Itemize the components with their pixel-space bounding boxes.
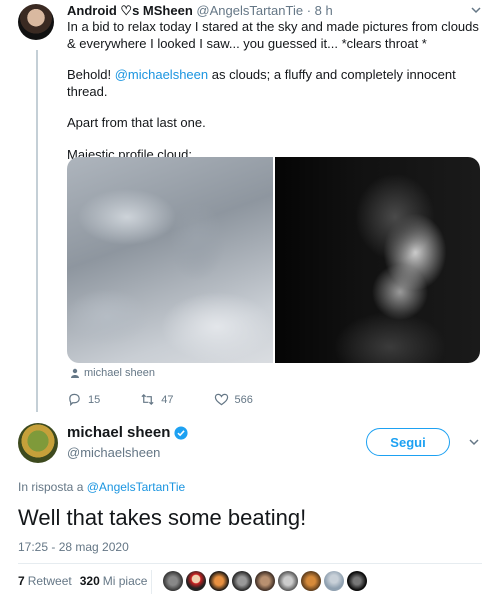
text-fragment: Behold! [67, 67, 115, 82]
liker-avatar[interactable] [186, 571, 206, 591]
like-total[interactable]: 320 [80, 574, 100, 588]
avatar[interactable] [18, 4, 54, 40]
retweet-button[interactable]: 47 [140, 392, 174, 407]
reply-icon [69, 393, 80, 407]
liker-avatar[interactable] [209, 571, 229, 591]
tweet-text: Well that takes some beating! [18, 505, 307, 530]
liker-avatars [163, 571, 367, 591]
retweet-label[interactable]: Retweet [28, 574, 72, 588]
liker-avatar[interactable] [324, 571, 344, 591]
divider [18, 563, 482, 564]
tweet-text: In a bid to relax today I stared at the … [67, 19, 487, 178]
cloud-photo[interactable] [67, 157, 273, 363]
retweet-icon [141, 393, 154, 406]
profile-photo[interactable] [275, 157, 480, 363]
display-name-row: michael sheen [67, 424, 188, 441]
reply-handle-link[interactable]: @AngelsTartanTie [87, 480, 185, 494]
display-name[interactable]: michael sheen [67, 424, 170, 441]
reply-context: In risposta a @AngelsTartanTie [18, 480, 185, 494]
display-name[interactable]: Android ♡s MSheen [67, 3, 193, 18]
media-tag-label: michael sheen [84, 367, 155, 379]
reply-count: 15 [88, 393, 101, 406]
like-icon [214, 393, 228, 406]
tweet-actions: 15 47 566 [67, 392, 293, 407]
verified-icon [174, 425, 188, 440]
tweet-time[interactable]: 8 h [315, 3, 333, 18]
tweet-line: Apart from that last one. [67, 115, 206, 130]
media-grid [67, 157, 480, 363]
follow-button[interactable]: Segui [366, 428, 450, 456]
separator: · [306, 3, 312, 18]
mention-link[interactable]: @michaelsheen [115, 67, 208, 82]
chevron-down-icon[interactable] [470, 4, 482, 19]
liker-avatar[interactable] [301, 571, 321, 591]
reply-button[interactable]: 15 [67, 392, 100, 407]
tweet-timestamp[interactable]: 17:25 - 28 mag 2020 [18, 540, 129, 554]
like-button[interactable]: 566 [214, 392, 253, 407]
engagement-stats: 7 Retweet 320 Mi piace [18, 574, 155, 588]
liker-avatar[interactable] [163, 571, 183, 591]
liker-avatar[interactable] [347, 571, 367, 591]
stats-divider [151, 570, 152, 594]
tweet-line: In a bid to relax today I stared at the … [67, 19, 479, 51]
avatar[interactable] [18, 423, 58, 463]
handle[interactable]: @michaelsheen [67, 445, 160, 460]
liker-avatar[interactable] [278, 571, 298, 591]
handle[interactable]: @AngelsTartanTie [196, 3, 303, 18]
tweet-header: Android ♡s MSheen @AngelsTartanTie · 8 h [67, 3, 333, 19]
reply-prefix: In risposta a [18, 480, 87, 494]
retweet-count: 47 [161, 393, 174, 406]
retweet-total[interactable]: 7 [18, 574, 25, 588]
like-count: 566 [234, 393, 253, 406]
tweet-line: Behold! @michaelsheen as clouds; a fluff… [67, 67, 487, 100]
liker-avatar[interactable] [255, 571, 275, 591]
thread-line [36, 50, 38, 412]
media-tag[interactable]: michael sheen [70, 367, 155, 379]
liker-avatar[interactable] [232, 571, 252, 591]
chevron-down-icon[interactable] [468, 436, 480, 451]
like-label[interactable]: Mi piace [103, 574, 148, 588]
person-icon [71, 368, 79, 378]
